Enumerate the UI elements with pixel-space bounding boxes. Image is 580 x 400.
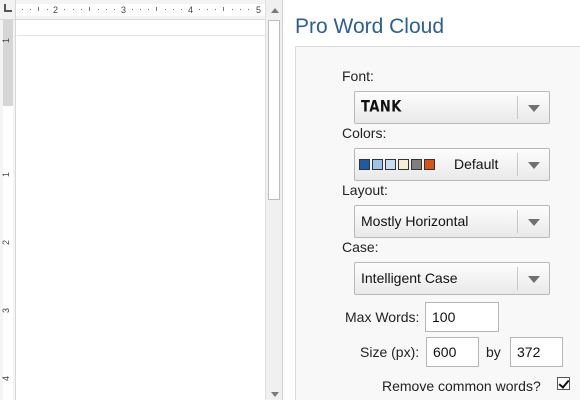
ruler-number: 1 — [1, 171, 12, 178]
ruler-dot — [207, 9, 208, 10]
tab-stop-selector[interactable] — [0, 0, 16, 20]
font-dropdown[interactable]: TANK — [354, 91, 550, 124]
chevron-down-icon — [270, 391, 279, 397]
ruler-dot — [165, 9, 166, 10]
ruler-number: 4 — [1, 375, 12, 382]
left-tab-icon — [4, 4, 12, 12]
color-swatch — [424, 159, 435, 170]
ruler-tick — [89, 7, 90, 11]
max-words-label: Max Words: — [345, 309, 420, 325]
ruler-dot — [98, 9, 99, 10]
layout-label: Layout: — [342, 182, 388, 198]
layout-selected-value: Mostly Horizontal — [361, 213, 469, 229]
case-selected-value: Intelligent Case — [361, 270, 458, 286]
chevron-down-icon — [528, 219, 540, 226]
dropdown-separator — [517, 153, 518, 176]
ruler-number: 5 — [256, 5, 262, 15]
chevron-down-icon — [528, 276, 540, 283]
ruler-number: 2 — [53, 5, 59, 15]
settings-panel: Font: TANK Colors: Default Layout: Mostl… — [295, 46, 580, 400]
color-swatch-strip — [359, 159, 435, 170]
scroll-down-button[interactable] — [266, 386, 283, 400]
scroll-thumb[interactable] — [268, 20, 280, 200]
dropdown-separator — [517, 210, 518, 233]
case-dropdown[interactable]: Intelligent Case — [354, 262, 550, 295]
word-cloud-task-pane: Pro Word Cloud Font: TANK Colors: Defaul… — [283, 0, 580, 400]
ruler-dot — [199, 9, 200, 10]
ruler-dot — [22, 9, 23, 10]
ruler-dot — [248, 9, 249, 10]
size-height-input[interactable]: 372 — [510, 337, 563, 367]
size-label: Size (px): — [360, 344, 420, 360]
color-swatch — [359, 159, 370, 170]
document-area: 2 3 4 5 1 1 2 3 4 — [0, 0, 283, 400]
max-words-input[interactable]: 100 — [425, 302, 499, 332]
ruler-dot — [64, 9, 65, 10]
chevron-up-icon — [270, 7, 279, 13]
horizontal-ruler[interactable]: 2 3 4 5 — [16, 0, 266, 20]
page-top-margin-line — [17, 35, 265, 36]
chevron-down-icon — [528, 162, 540, 169]
pane-title: Pro Word Cloud — [295, 15, 445, 38]
ruler-dot — [232, 9, 233, 10]
ruler-number: 2 — [1, 239, 12, 246]
colors-dropdown[interactable]: Default — [354, 148, 550, 181]
ruler-dot — [240, 9, 241, 10]
ruler-dot — [215, 9, 216, 10]
font-selected-value: TANK — [361, 98, 402, 117]
ruler-dot — [132, 9, 133, 10]
ruler-dot — [148, 9, 149, 10]
ruler-dot — [140, 9, 141, 10]
ruler-dot — [30, 9, 31, 10]
ruler-dot — [81, 9, 82, 10]
font-label: Font: — [342, 68, 374, 84]
case-label: Case: — [342, 239, 379, 255]
dropdown-separator — [517, 267, 518, 290]
ruler-margin-band — [3, 20, 13, 106]
scroll-up-button[interactable] — [266, 2, 283, 18]
ruler-page-band — [3, 106, 13, 400]
ruler-number: 4 — [188, 5, 194, 15]
ruler-dot — [47, 9, 48, 10]
ruler-number: 3 — [121, 5, 127, 15]
vertical-scrollbar[interactable] — [265, 0, 282, 400]
layout-dropdown[interactable]: Mostly Horizontal — [354, 205, 550, 238]
ruler-dot — [114, 9, 115, 10]
remove-common-checkbox[interactable] — [557, 377, 570, 390]
ruler-tick — [156, 7, 157, 11]
color-swatch — [398, 159, 409, 170]
remove-common-label: Remove common words? — [382, 378, 541, 394]
ruler-tick — [38, 7, 39, 11]
color-swatch — [411, 159, 422, 170]
size-by-label: by — [486, 344, 501, 360]
colors-selected-value: Default — [454, 156, 499, 172]
dropdown-separator — [517, 96, 518, 119]
color-swatch — [372, 159, 383, 170]
ruler-dot — [73, 9, 74, 10]
ruler-tick — [223, 7, 224, 11]
document-page[interactable] — [17, 21, 265, 400]
ruler-number: 1 — [1, 37, 12, 44]
vertical-ruler[interactable]: 1 1 2 3 4 — [0, 20, 16, 400]
size-width-input[interactable]: 600 — [426, 337, 479, 367]
ruler-dot — [173, 9, 174, 10]
ruler-number: 3 — [1, 307, 12, 314]
ruler-dot — [106, 9, 107, 10]
ruler-dot — [181, 9, 182, 10]
color-swatch — [385, 159, 396, 170]
chevron-down-icon — [528, 105, 540, 112]
colors-label: Colors: — [342, 125, 387, 141]
